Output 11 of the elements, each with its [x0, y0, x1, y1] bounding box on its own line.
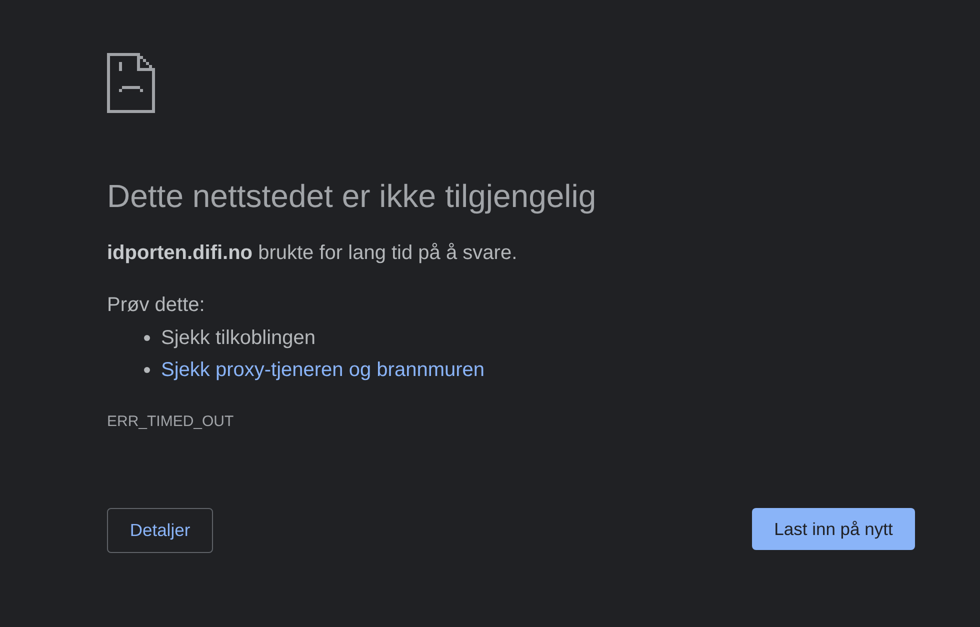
suggestion-text: Sjekk tilkoblingen — [161, 326, 316, 351]
details-button[interactable]: Detaljer — [107, 508, 213, 553]
suggestions-heading: Prøv dette: — [107, 293, 205, 318]
bullet-icon — [144, 335, 150, 341]
bullet-icon — [144, 367, 150, 373]
reload-button[interactable]: Last inn på nytt — [752, 508, 915, 550]
sad-document-icon — [107, 53, 155, 113]
error-code: ERR_TIMED_OUT — [107, 412, 234, 432]
error-title: Dette nettstedet er ikke tilgjengelig — [107, 177, 596, 216]
error-description: idporten.difi.no brukte for lang tid på å svare. — [107, 241, 518, 266]
suggestion-link[interactable]: Sjekk proxy-tjeneren og brannmuren — [161, 356, 485, 384]
